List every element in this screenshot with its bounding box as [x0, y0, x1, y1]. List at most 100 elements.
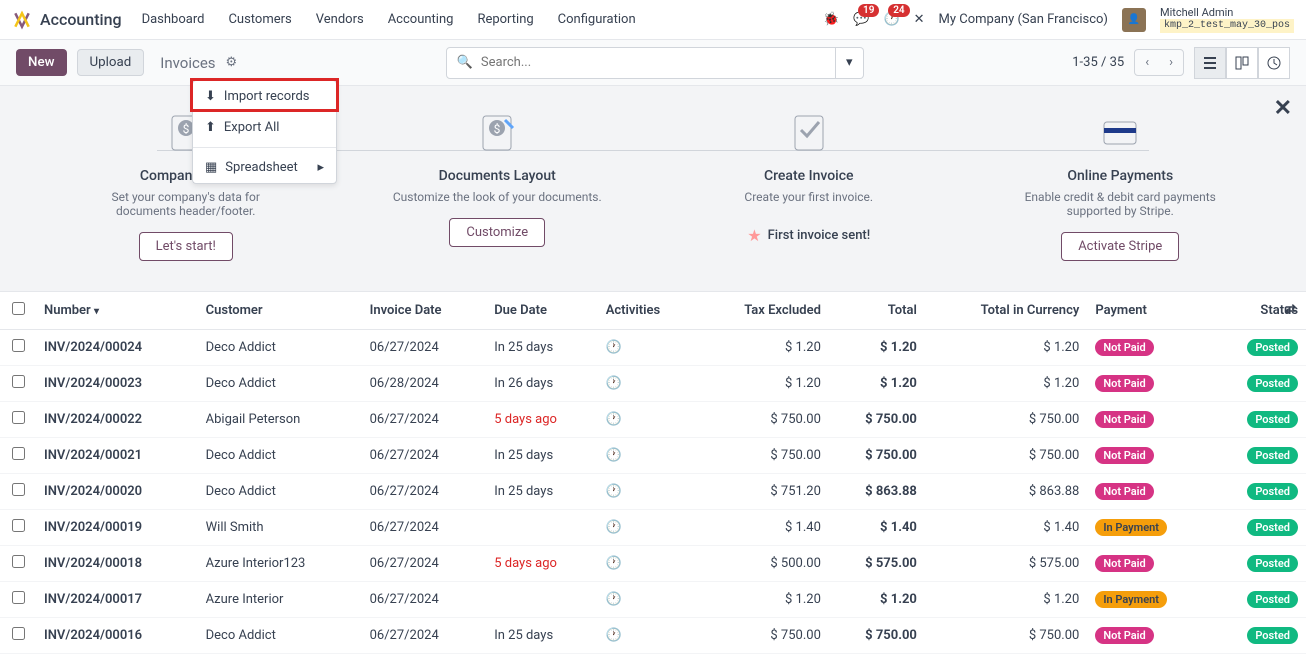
page-next[interactable]: ›	[1159, 50, 1183, 75]
table-row[interactable]: INV/2024/00018Azure Interior12306/27/202…	[0, 546, 1306, 582]
cell-number: INV/2024/00018	[36, 546, 198, 582]
cell-activity[interactable]: 🕐	[598, 474, 698, 510]
col-due-date[interactable]: Due Date	[486, 292, 598, 330]
col-tax-excluded[interactable]: Tax Excluded	[698, 292, 829, 330]
table-row[interactable]: INV/2024/00021Deco Addict06/27/2024In 25…	[0, 438, 1306, 474]
table-options-icon[interactable]: ⇄	[1285, 302, 1296, 317]
row-checkbox[interactable]	[12, 627, 25, 640]
cell-payment: Not Paid	[1087, 546, 1211, 582]
company-selector[interactable]: My Company (San Francisco)	[939, 12, 1108, 27]
dropdown-spreadsheet-label: Spreadsheet	[225, 160, 298, 175]
cell-activity[interactable]: 🕐	[598, 402, 698, 438]
row-checkbox[interactable]	[12, 411, 25, 424]
cell-tax: $ 1.40	[698, 510, 829, 546]
dropdown-export-all[interactable]: ⬆ Export All	[193, 112, 336, 143]
cell-activity[interactable]: 🕐	[598, 582, 698, 618]
messages-icon[interactable]: 💬19	[853, 12, 869, 27]
search-input[interactable]	[481, 55, 825, 70]
table-row[interactable]: INV/2024/00022Abigail Peterson06/27/2024…	[0, 402, 1306, 438]
row-checkbox[interactable]	[12, 519, 25, 532]
user-info[interactable]: Mitchell Admin kmp_2_test_may_30_pos	[1160, 6, 1294, 33]
select-all-checkbox[interactable]	[12, 302, 25, 315]
dropdown-import-records[interactable]: ⬇ Import records	[193, 81, 336, 112]
nav-configuration[interactable]: Configuration	[558, 12, 636, 27]
nav-dashboard[interactable]: Dashboard	[142, 12, 205, 27]
nav-accounting[interactable]: Accounting	[388, 12, 454, 27]
cell-payment: Not Paid	[1087, 402, 1211, 438]
clock-icon: 🕐	[606, 448, 622, 463]
col-customer[interactable]: Customer	[198, 292, 362, 330]
main-nav: Dashboard Customers Vendors Accounting R…	[142, 12, 636, 27]
pager-text[interactable]: 1-35 / 35	[1072, 55, 1124, 70]
table-row[interactable]: INV/2024/00024Deco Addict06/27/2024In 25…	[0, 330, 1306, 366]
onboard-step-layout: $ Documents Layout Customize the look of…	[342, 108, 654, 261]
table-row[interactable]: INV/2024/00016Deco Addict06/27/2024In 25…	[0, 618, 1306, 654]
lets-start-button[interactable]: Let's start!	[139, 232, 233, 261]
view-pivot-button[interactable]	[1258, 47, 1290, 79]
activate-stripe-button[interactable]: Activate Stripe	[1061, 232, 1179, 261]
customize-button[interactable]: Customize	[449, 218, 545, 247]
table-row[interactable]: INV/2024/00017Azure Interior06/27/2024🕐$…	[0, 582, 1306, 618]
avatar[interactable]: 👤	[1122, 8, 1146, 32]
row-checkbox[interactable]	[12, 447, 25, 460]
col-total[interactable]: Total	[829, 292, 925, 330]
cell-tax: $ 750.00	[698, 618, 829, 654]
cell-due-date: In 25 days	[486, 474, 598, 510]
cell-customer: Deco Addict	[198, 438, 362, 474]
col-payment[interactable]: Payment	[1087, 292, 1211, 330]
cell-customer: Deco Addict	[198, 366, 362, 402]
cell-currency: $ 750.00	[925, 438, 1087, 474]
row-checkbox[interactable]	[12, 555, 25, 568]
new-button[interactable]: New	[16, 49, 67, 76]
cell-invoice-date: 06/27/2024	[362, 582, 487, 618]
step-title: Documents Layout	[439, 168, 556, 184]
payment-badge: In Payment	[1095, 591, 1167, 608]
app-name[interactable]: Accounting	[40, 10, 122, 29]
dropdown-spreadsheet[interactable]: ▦ Spreadsheet ▸	[193, 152, 336, 183]
cell-status: Posted	[1211, 510, 1306, 546]
table-row[interactable]: INV/2024/00020Deco Addict06/27/2024In 25…	[0, 474, 1306, 510]
gear-icon[interactable]: ⚙	[226, 55, 238, 70]
row-checkbox[interactable]	[12, 339, 25, 352]
col-activities[interactable]: Activities	[598, 292, 698, 330]
search-input-wrap[interactable]: 🔍	[446, 47, 836, 79]
page-prev[interactable]: ‹	[1135, 50, 1159, 75]
cell-status: Posted	[1211, 402, 1306, 438]
cell-due-date: In 26 days	[486, 366, 598, 402]
table-row[interactable]: INV/2024/00019Will Smith06/27/2024🕐$ 1.4…	[0, 510, 1306, 546]
grid-icon: ▦	[205, 160, 217, 175]
view-kanban-button[interactable]	[1226, 47, 1258, 79]
col-total-currency[interactable]: Total in Currency	[925, 292, 1087, 330]
row-checkbox[interactable]	[12, 591, 25, 604]
view-list-button[interactable]	[1194, 47, 1226, 79]
step-desc: Enable credit & debit card payments supp…	[1015, 190, 1225, 218]
col-number[interactable]: Number ▾	[36, 292, 198, 330]
row-checkbox[interactable]	[12, 375, 25, 388]
cell-activity[interactable]: 🕐	[598, 546, 698, 582]
cell-activity[interactable]: 🕐	[598, 366, 698, 402]
cell-number: INV/2024/00024	[36, 330, 198, 366]
table-row[interactable]: INV/2024/00023Deco Addict06/28/2024In 26…	[0, 366, 1306, 402]
close-onboarding[interactable]: ✕	[1274, 96, 1292, 121]
cell-activity[interactable]: 🕐	[598, 330, 698, 366]
cell-customer: Deco Addict	[198, 330, 362, 366]
search-dropdown-toggle[interactable]: ▾	[836, 47, 864, 79]
nav-customers[interactable]: Customers	[228, 12, 291, 27]
activities-icon[interactable]: 🕐24	[883, 12, 899, 27]
create-invoice-icon	[785, 108, 833, 156]
col-status[interactable]: Status ⇄	[1211, 292, 1306, 330]
cell-currency: $ 750.00	[925, 618, 1087, 654]
row-checkbox[interactable]	[12, 483, 25, 496]
status-badge: Posted	[1247, 447, 1298, 464]
bug-icon[interactable]: 🐞	[823, 12, 839, 27]
step-title: Online Payments	[1067, 168, 1173, 184]
cell-activity[interactable]: 🕐	[598, 618, 698, 654]
nav-reporting[interactable]: Reporting	[477, 12, 533, 27]
cell-activity[interactable]: 🕐	[598, 438, 698, 474]
cell-activity[interactable]: 🕐	[598, 510, 698, 546]
cell-tax: $ 750.00	[698, 438, 829, 474]
upload-button[interactable]: Upload	[77, 49, 145, 76]
nav-vendors[interactable]: Vendors	[316, 12, 364, 27]
tools-icon[interactable]: ✕	[914, 12, 925, 27]
col-invoice-date[interactable]: Invoice Date	[362, 292, 487, 330]
